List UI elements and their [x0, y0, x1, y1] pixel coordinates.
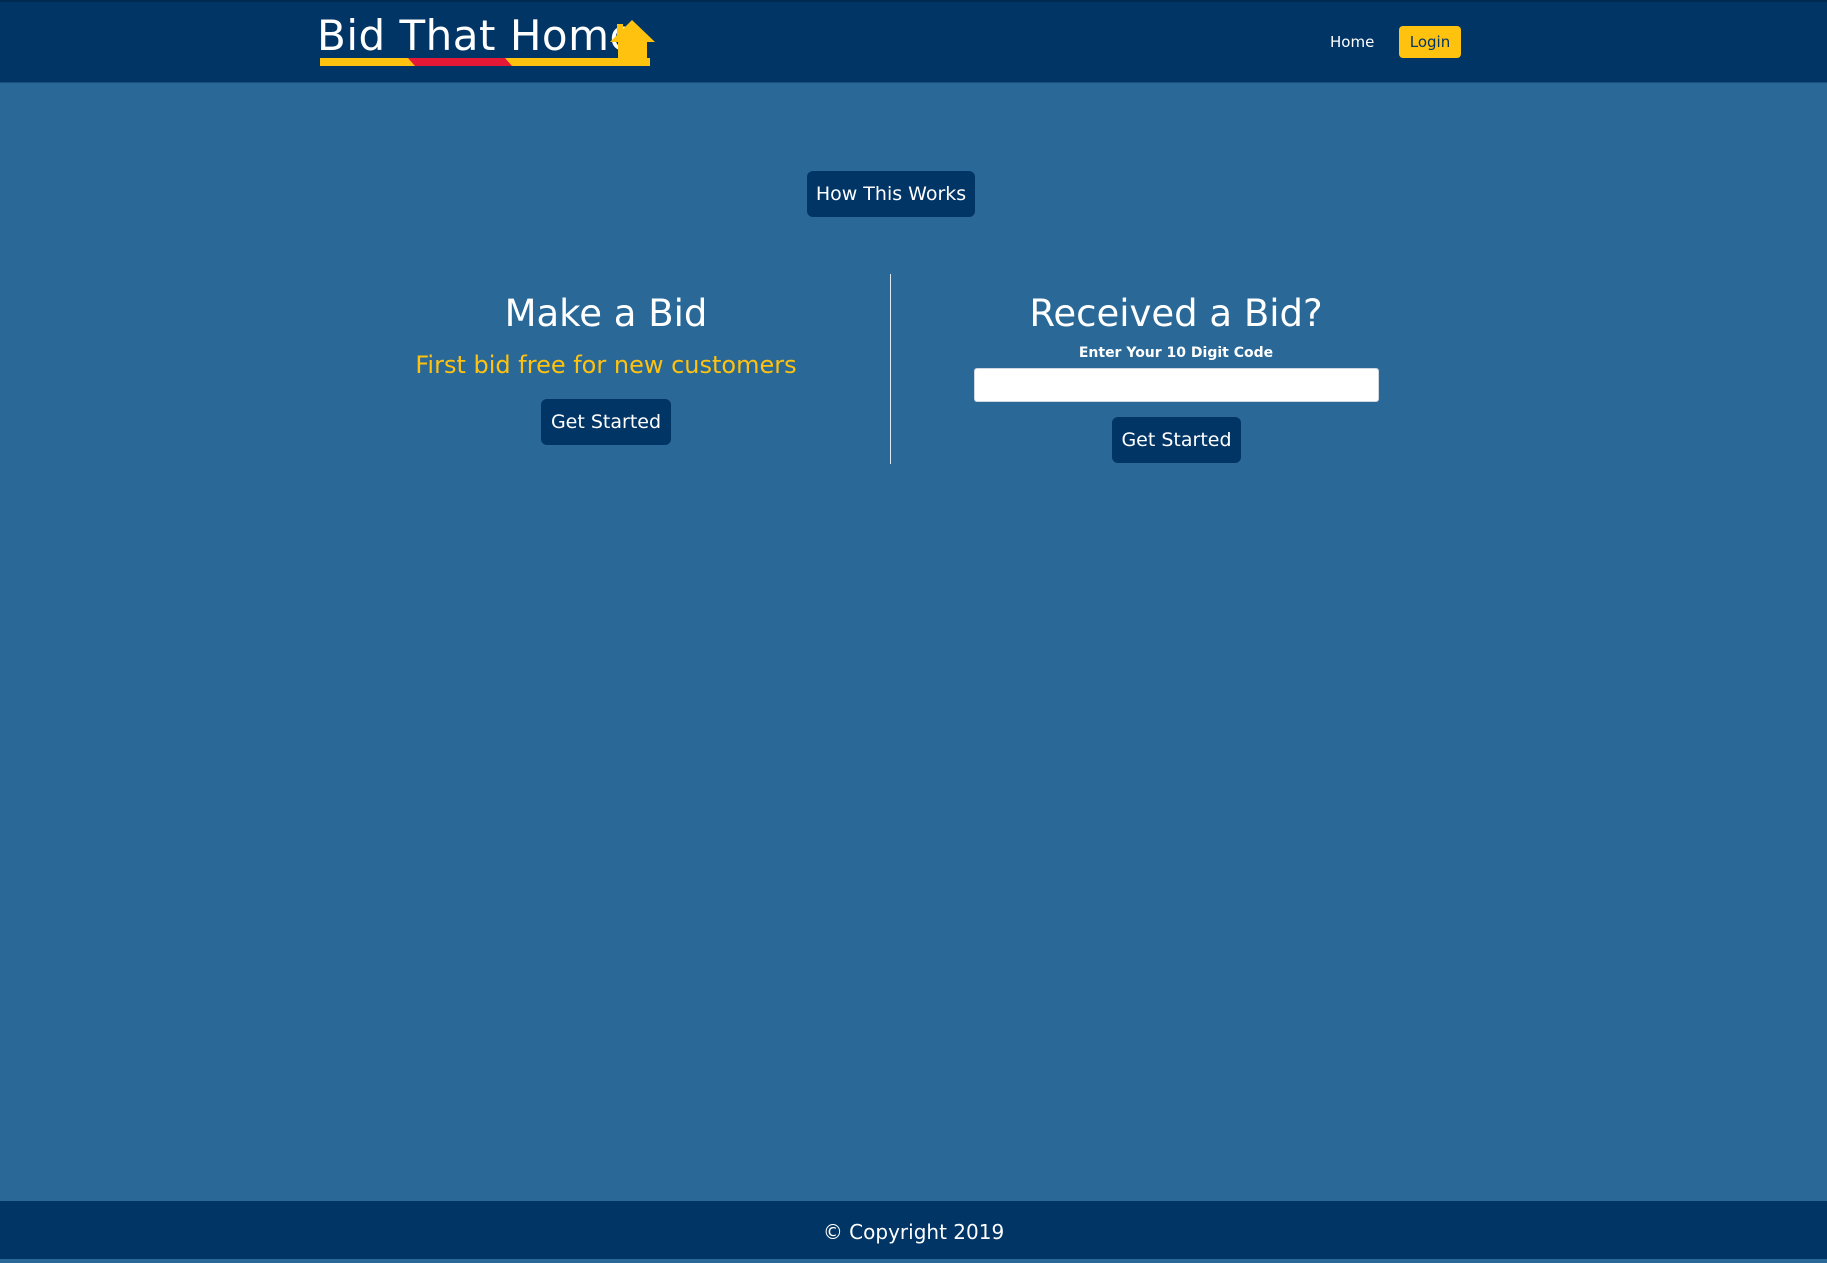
received-bid-get-started-button[interactable]: Get Started — [1112, 417, 1241, 463]
copyright-text: © Copyright 2019 — [822, 1220, 1005, 1244]
house-icon — [610, 20, 655, 64]
brand-underline — [320, 58, 650, 66]
make-bid-title: Make a Bid — [504, 292, 708, 335]
login-button[interactable]: Login — [1399, 26, 1461, 58]
column-divider — [890, 274, 891, 464]
brand-logo[interactable]: Bid That Home — [317, 10, 657, 70]
how-this-works-button[interactable]: How This Works — [807, 171, 975, 217]
promo-text: First bid free for new customers — [415, 351, 797, 379]
brand-title: Bid That Home — [317, 11, 636, 60]
make-bid-get-started-button[interactable]: Get Started — [541, 399, 671, 445]
code-label: Enter Your 10 Digit Code — [1078, 345, 1274, 361]
received-bid-title: Received a Bid? — [1029, 292, 1323, 335]
top-navbar: Bid That Home Home Login — [0, 0, 1827, 83]
footer: © Copyright 2019 — [0, 1201, 1827, 1259]
nav-home-link[interactable]: Home — [1316, 24, 1388, 60]
code-input[interactable] — [974, 368, 1379, 402]
